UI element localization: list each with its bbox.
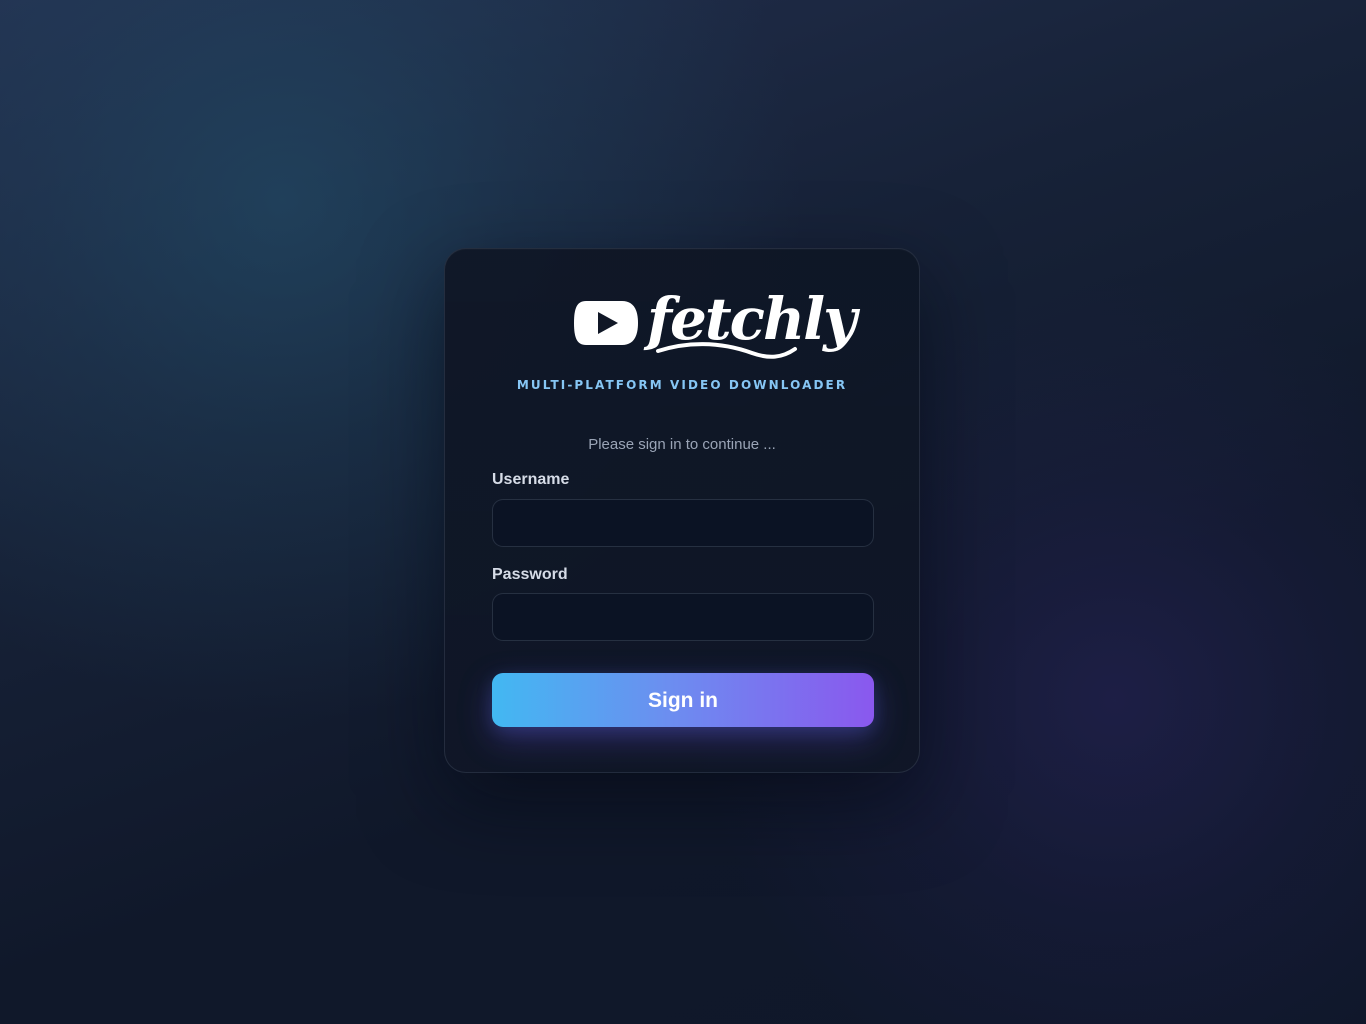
play-icon — [574, 301, 638, 345]
password-input[interactable] — [492, 593, 874, 641]
brand-tagline: MULTI-PLATFORM VIDEO DOWNLOADER — [516, 378, 848, 392]
brand-header: fetchly — [445, 285, 919, 364]
sign-in-prompt: Please sign in to continue ... — [588, 436, 776, 453]
username-label: Username — [492, 471, 570, 488]
username-input[interactable] — [492, 499, 874, 547]
password-label: Password — [492, 566, 568, 583]
login-card: fetchly MULTI-PLATFORM VIDEO DOWNLOADER … — [444, 248, 920, 773]
fetchly-logo: fetchly — [574, 285, 857, 364]
brand-swoosh-icon — [656, 342, 797, 359]
sign-in-button[interactable]: Sign in — [492, 673, 874, 727]
